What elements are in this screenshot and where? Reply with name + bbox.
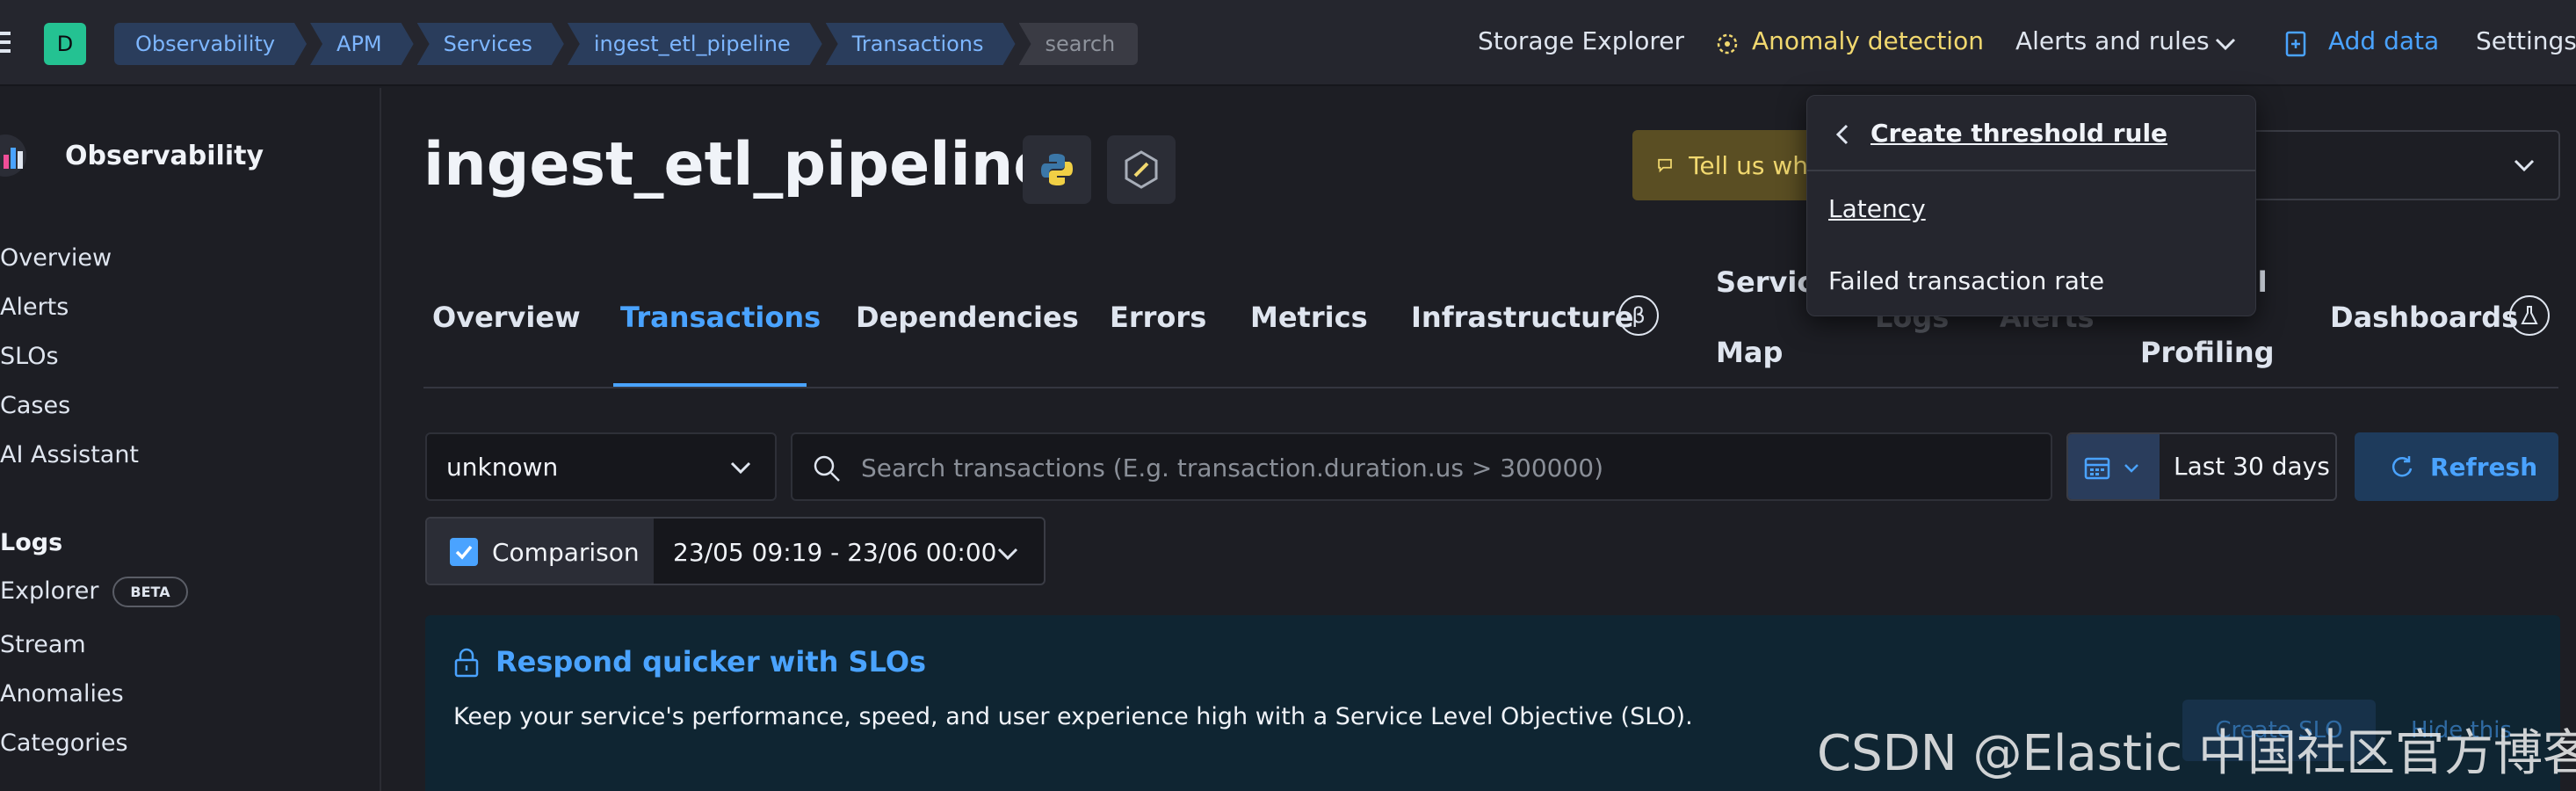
popover-header[interactable]: Create threshold rule xyxy=(1807,96,2255,171)
tab-infrastructure[interactable]: Infrastructure xyxy=(1411,301,1633,334)
menu-item-failed-transaction-rate[interactable]: Failed transaction rate xyxy=(1828,266,2104,295)
chevron-down-icon xyxy=(730,461,751,475)
top-header: D Observability APM Services ingest_etl_… xyxy=(0,0,2576,86)
date-range-label[interactable]: Last 30 days xyxy=(2174,452,2330,481)
sidebar: Observability Overview Alerts SLOs Cases… xyxy=(0,88,381,791)
settings-link[interactable]: Settings xyxy=(2476,26,2576,55)
date-picker[interactable]: Last 30 days xyxy=(2066,432,2337,501)
tab-errors[interactable]: Errors xyxy=(1110,301,1206,334)
tab-service-map-line2[interactable]: Map xyxy=(1716,336,1783,369)
tab-dashboards[interactable]: Dashboards xyxy=(2330,301,2518,334)
lock-icon xyxy=(454,648,479,678)
comparison-toggle[interactable]: Comparison xyxy=(427,519,654,584)
comparison-control: Comparison 23/05 09:19 - 23/06 00:00 xyxy=(425,517,1046,585)
breadcrumb-apm[interactable]: APM xyxy=(310,23,414,65)
sidebar-item-cases[interactable]: Cases xyxy=(0,392,70,419)
chevron-left-icon[interactable] xyxy=(1834,122,1851,147)
sidebar-title: Observability xyxy=(65,141,264,171)
tab-dependencies[interactable]: Dependencies xyxy=(856,301,1079,334)
breadcrumb-service[interactable]: ingest_etl_pipeline xyxy=(568,23,822,65)
menu-item-latency[interactable]: Latency xyxy=(1828,194,1926,223)
comparison-label: Comparison xyxy=(492,538,640,567)
breadcrumb-observability[interactable]: Observability xyxy=(114,23,307,65)
transaction-type-value: unknown xyxy=(446,452,559,482)
chat-icon xyxy=(1658,158,1672,173)
quick-menu-button[interactable] xyxy=(2068,434,2160,499)
anomaly-icon xyxy=(1717,33,1738,54)
tab-overview[interactable]: Overview xyxy=(432,301,581,334)
comparison-checkbox[interactable] xyxy=(450,538,478,566)
breadcrumb: Observability APM Services ingest_etl_pi… xyxy=(114,23,1141,65)
popover-title[interactable]: Create threshold rule xyxy=(1870,119,2167,148)
chevron-down-icon xyxy=(2514,159,2535,172)
transaction-type-select[interactable]: unknown xyxy=(425,432,777,501)
flask-icon xyxy=(2509,295,2550,336)
search-icon xyxy=(814,455,840,482)
feedback-label: Tell us wh xyxy=(1689,150,1808,180)
space-avatar[interactable]: D xyxy=(44,23,86,65)
beta-badge: BETA xyxy=(112,577,188,607)
comparison-range-select[interactable]: 23/05 09:19 - 23/06 00:00 xyxy=(673,538,996,567)
tab-transactions[interactable]: Transactions xyxy=(620,301,821,334)
tab-profiling[interactable]: Profiling xyxy=(2140,336,2275,369)
sidebar-item-anomalies[interactable]: Anomalies xyxy=(0,680,124,708)
sidebar-item-alerts[interactable]: Alerts xyxy=(0,294,69,321)
refresh-label: Refresh xyxy=(2430,452,2538,482)
check-icon xyxy=(455,545,473,560)
feedback-button[interactable]: Tell us wh xyxy=(1632,130,1808,200)
sidebar-item-explorer[interactable]: Explorer BETA xyxy=(0,577,188,607)
anomaly-detection-link[interactable]: Anomaly detection xyxy=(1752,26,1984,55)
breadcrumb-services[interactable]: Services xyxy=(417,23,564,65)
observability-logo-icon xyxy=(0,134,26,177)
sidebar-item-ai-assistant[interactable]: AI Assistant xyxy=(0,441,139,468)
refresh-icon xyxy=(2391,456,2413,477)
sidebar-item-label: Explorer xyxy=(0,577,99,605)
sidebar-item-stream[interactable]: Stream xyxy=(0,631,86,658)
callout-title: Respond quicker with SLOs xyxy=(496,645,927,679)
page-title: ingest_etl_pipeline xyxy=(423,130,1054,200)
chevron-down-icon xyxy=(2215,38,2236,51)
chevron-down-icon xyxy=(2124,464,2138,473)
search-field[interactable] xyxy=(791,432,2052,501)
breadcrumb-transactions[interactable]: Transactions xyxy=(826,23,1016,65)
active-tab-indicator xyxy=(613,383,807,387)
breadcrumb-search: search xyxy=(1018,23,1139,65)
add-data-icon xyxy=(2285,31,2306,57)
chevron-down-icon xyxy=(997,548,1018,561)
search-input[interactable] xyxy=(861,450,2021,485)
storage-explorer-link[interactable]: Storage Explorer xyxy=(1478,26,1684,55)
beta-icon: β xyxy=(1618,295,1659,336)
refresh-button[interactable]: Refresh xyxy=(2355,432,2558,501)
sidebar-item-categories[interactable]: Categories xyxy=(0,729,128,757)
watermark: CSDN @Elastic 中国社区官方博客 xyxy=(1817,725,2576,782)
callout-text: Keep your service's performance, speed, … xyxy=(453,703,1693,730)
calendar-icon xyxy=(2084,457,2110,480)
agent-icon xyxy=(1107,135,1176,204)
tab-metrics[interactable]: Metrics xyxy=(1250,301,1368,334)
python-icon xyxy=(1023,135,1091,204)
sidebar-item-overview[interactable]: Overview xyxy=(0,244,112,272)
alerts-rules-popover: Create threshold rule Latency Failed tra… xyxy=(1806,95,2256,316)
menu-icon[interactable] xyxy=(0,32,11,54)
add-data-link[interactable]: Add data xyxy=(2328,26,2439,55)
alerts-and-rules-button[interactable]: Alerts and rules xyxy=(2015,26,2210,55)
sidebar-section-logs: Logs xyxy=(0,529,63,556)
sidebar-item-slos[interactable]: SLOs xyxy=(0,343,59,370)
